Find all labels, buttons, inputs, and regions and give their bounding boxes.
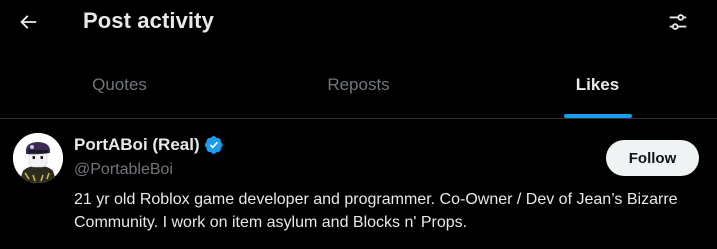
user-handle[interactable]: @PortableBoi [74,161,173,179]
sliders-icon [669,14,687,30]
active-tab-indicator [563,114,632,118]
back-button[interactable] [10,4,46,40]
tab-label: Reposts [327,75,390,94]
verified-badge-icon[interactable] [204,135,224,155]
display-name[interactable]: PortABoi (Real) [74,135,200,155]
user-bio: 21 yr old Roblox game developer and prog… [74,191,678,231]
roblox-avatar-image [13,133,63,183]
avatar[interactable] [13,133,63,183]
tab-reposts[interactable]: Reposts [239,52,478,118]
tab-likes[interactable]: Likes [478,52,717,118]
tab-quotes[interactable]: Quotes [0,52,239,118]
tab-bar: Quotes Reposts Likes [0,52,717,119]
name-row: PortABoi (Real) [74,133,224,157]
follow-button[interactable]: Follow [606,140,699,176]
user-cell[interactable]: PortABoi (Real) @PortableBoi Follow 21 y… [0,119,717,249]
tab-label: Quotes [92,75,147,94]
tab-label: Likes [575,75,620,94]
arrow-left-icon [20,15,37,29]
top-bar: Post activity [0,0,717,44]
filter-button[interactable] [660,4,696,40]
page-title: Post activity [83,8,214,33]
